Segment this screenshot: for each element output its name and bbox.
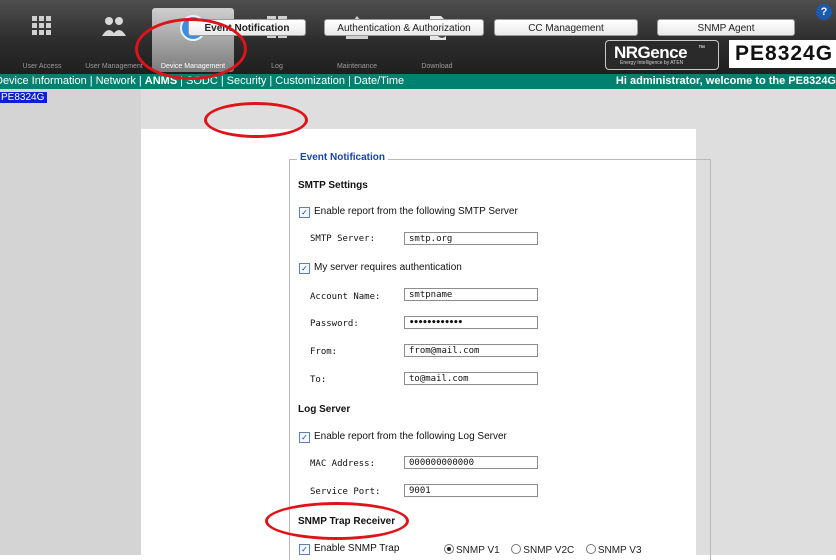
nav-user-access-label: User Access [22,63,62,70]
snmp-v3-label: SNMP V3 [597,545,642,556]
smtp-enable-checkbox[interactable]: ✓ [299,207,310,218]
smtp-auth-checkbox[interactable]: ✓ [299,263,310,274]
smtp-server-input[interactable]: smtp.org [404,232,538,245]
snmp-v2c-radio[interactable] [511,544,522,554]
nav-maintenance[interactable]: Maintenance [316,8,398,72]
smtp-server-label: SMTP Server: [310,234,376,244]
menu-network[interactable]: Network [96,75,136,87]
nav-user-management-label: User Management [85,63,143,70]
event-notification-fieldset [289,159,711,560]
snmp-v2c-label: SNMP V2C [523,545,575,556]
log-server-heading: Log Server [298,404,351,415]
welcome-message: Hi administrator, welcome to the PE8324G [615,75,836,87]
tab-event-notification[interactable]: Event Notification [188,19,306,36]
mac-address-label: MAC Address: [310,459,376,469]
log-enable-checkbox[interactable]: ✓ [299,432,310,443]
snmp-v1-radio[interactable] [444,544,454,554]
menu-separator: | [347,75,351,87]
menu-device-information[interactable]: Device Information [0,75,87,87]
menu-separator: | [269,75,273,87]
password-input[interactable]: •••••••••••• [404,316,538,329]
nav-log-label: Log [271,63,283,70]
log-enable-row: ✓ Enable report from the following Log Se… [299,431,507,443]
user-access-grid-icon [28,14,56,42]
to-input[interactable]: to@mail.com [404,372,538,385]
from-label: From: [310,347,338,357]
menu-separator: | [220,75,224,87]
fieldset-legend: Event Notification [297,152,389,163]
nav-log[interactable]: Log [236,8,318,72]
account-name-label: Account Name: [310,292,381,302]
device-sidebar: PE8324G [0,89,141,555]
nav-user-access[interactable]: User Access [1,8,83,72]
service-port-input[interactable]: 9001 [404,484,538,497]
snmp-v1-label: SNMP V1 [456,545,500,556]
nav-device-management-label: Device Management [160,63,226,70]
snmp-trap-enable-checkbox[interactable]: ✓ [299,544,310,555]
menu-separator: | [89,75,93,87]
tab-snmp-agent[interactable]: SNMP Agent [657,19,795,36]
menu-security[interactable]: Security [227,75,267,87]
to-label: To: [310,375,327,385]
tab-cc-management[interactable]: CC Management [494,19,638,36]
menu-customization[interactable]: Customization [275,75,345,87]
model-name: PE8324G [729,40,836,68]
snmp-trap-enable-label: Enable SNMP Trap [314,543,400,554]
menu-separator: | [138,75,142,87]
smtp-enable-label: Enable report from the following SMTP Se… [314,206,518,217]
tab-strip [141,89,836,129]
nav-user-management[interactable]: User Management [73,8,155,72]
account-name-input[interactable]: smtpname [404,288,538,301]
users-icon [100,14,128,42]
brand-logo: NRGence ™ Energy Intelligence by ATEN [605,40,719,70]
nav-download[interactable]: Download [396,8,478,72]
top-navigation-bar: User Access User Management Device Manag… [0,0,836,74]
snmp-v3-radio[interactable] [585,544,596,554]
tab-authentication-authorization[interactable]: Authentication & Authorization [324,19,484,36]
snmp-trap-heading: SNMP Trap Receiver [298,516,396,527]
service-port-label: Service Port: [310,487,381,497]
snmp-trap-enable-row: ✓ Enable SNMP Trap [299,543,399,555]
help-icon[interactable]: ? [816,4,832,20]
menu-date-time[interactable]: Date/Time [354,75,404,87]
menu-sodc[interactable]: SODC [186,75,218,87]
smtp-auth-row: ✓ My server requires authentication [299,262,462,274]
nav-device-management[interactable]: Device Management [152,8,234,72]
password-label: Password: [310,319,359,329]
brand-trademark: ™ [698,45,705,52]
nav-download-label: Download [421,63,453,70]
brand-tagline: Energy Intelligence by ATEN [620,60,684,66]
mac-address-input[interactable]: 000000000000 [404,456,538,469]
from-input[interactable]: from@mail.com [404,344,538,357]
log-enable-label: Enable report from the following Log Ser… [314,431,507,442]
smtp-settings-heading: SMTP Settings [298,180,368,191]
nav-maintenance-label: Maintenance [336,63,378,70]
menu-anms[interactable]: ANMS [145,75,177,87]
sidebar-device-link[interactable]: PE8324G [0,92,48,103]
smtp-enable-row: ✓ Enable report from the following SMTP S… [299,206,518,218]
smtp-auth-label: My server requires authentication [314,262,462,273]
menu-separator: | [180,75,184,87]
snmp-version-radio-group: SNMP V1 SNMP V2C SNMP V3 [444,544,642,556]
